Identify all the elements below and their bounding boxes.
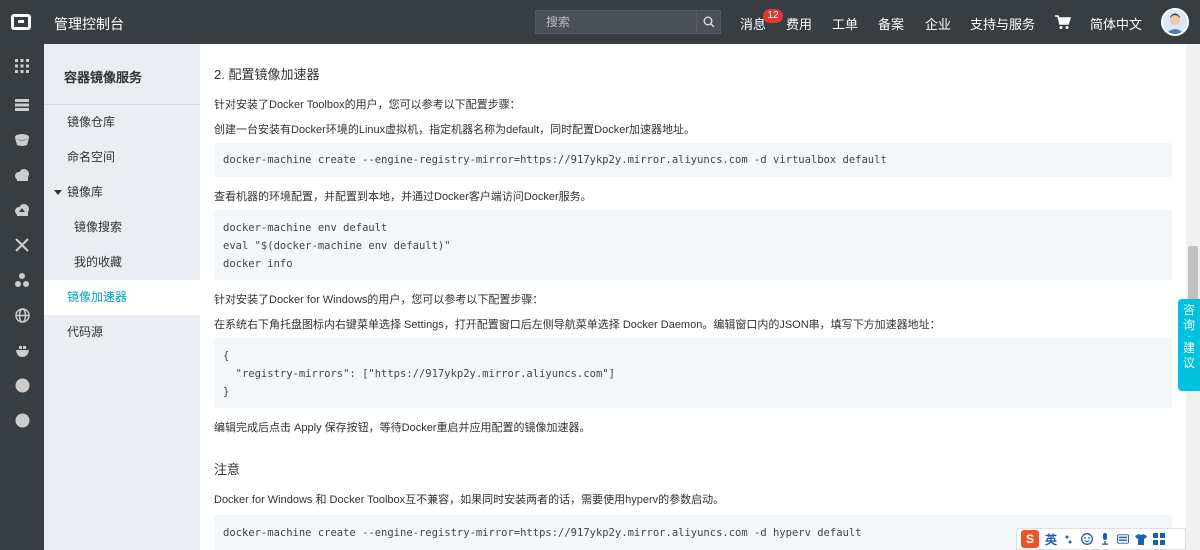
code-block-create-machine[interactable]: docker-machine create --engine-registry-… <box>214 143 1172 177</box>
code-block-env[interactable]: docker-machine env default eval "$(docke… <box>214 210 1172 280</box>
main-content: 2. 配置镜像加速器 针对安装了Docker Toolbox的用户，您可以参考以… <box>200 44 1186 550</box>
cloud-upload-icon[interactable] <box>14 202 30 218</box>
consult-feedback-tab[interactable]: 咨 询 · 建 议 <box>1178 299 1200 391</box>
note-heading: 注意 <box>214 462 241 477</box>
nav-tickets[interactable]: 工单 <box>832 14 858 33</box>
ime-toolbar: S 英 <box>1016 528 1186 550</box>
cloud-icon[interactable] <box>14 167 30 183</box>
console-title[interactable]: 管理控制台 <box>54 14 124 34</box>
vertical-scrollbar[interactable] <box>1186 44 1200 550</box>
container-icon[interactable] <box>14 342 30 358</box>
code-line: { <box>223 350 230 362</box>
nav-language[interactable]: 简体中文 <box>1090 14 1142 33</box>
network-icon[interactable] <box>14 237 30 253</box>
paragraph-toolbox-intro: 针对安装了Docker Toolbox的用户，您可以参考以下配置步骤： <box>214 99 521 111</box>
paragraph-create-vm: 创建一台安装有Docker环境的Linux虚拟机，指定机器名称为default，… <box>214 124 696 136</box>
consult-char: · <box>1187 331 1191 342</box>
sidebar: 容器镜像服务 镜像仓库 命名空间 镜像库 镜像搜索 我的收藏 镜像加速器 代码源 <box>44 44 200 550</box>
paragraph-compat-note: Docker for Windows 和 Docker Toolbox互不兼容，… <box>214 494 725 506</box>
sidebar-item-code-source[interactable]: 代码源 <box>44 315 200 350</box>
paragraph-windows-intro: 针对安装了Docker for Windows的用户，您可以参考以下配置步骤： <box>214 294 544 306</box>
paragraph-apply: 编辑完成后点击 Apply 保存按钮，等待Docker重启并应用配置的镜像加速器… <box>214 422 591 434</box>
sidebar-item-namespaces[interactable]: 命名空间 <box>44 140 200 175</box>
circle-icon[interactable] <box>14 412 30 428</box>
sidebar-item-label: 命名空间 <box>67 150 116 164</box>
code-line: docker-machine env default <box>223 222 388 234</box>
message-count-badge: 12 <box>763 9 783 23</box>
grid-icon[interactable] <box>14 58 30 74</box>
code-line: eval "$(docker-machine env default)" <box>223 240 451 252</box>
caret-down-icon <box>54 190 62 196</box>
sidebar-item-label: 镜像搜索 <box>74 220 123 234</box>
keyboard-icon[interactable] <box>1117 533 1130 545</box>
code-line: "registry-mirrors": ["https://917ykp2y.m… <box>223 368 615 380</box>
nav-billing[interactable]: 费用 <box>786 14 812 33</box>
code-line: } <box>223 386 230 398</box>
code-block-json[interactable]: { "registry-mirrors": ["https://917ykp2y… <box>214 338 1172 408</box>
sidebar-item-label: 镜像库 <box>67 185 104 199</box>
circle-icon[interactable] <box>14 377 30 393</box>
sidebar-item-label: 我的收藏 <box>74 255 123 269</box>
sidebar-item-label: 镜像加速器 <box>67 290 128 304</box>
microphone-icon[interactable] <box>1099 533 1111 545</box>
cluster-icon[interactable] <box>14 272 30 288</box>
nav-record[interactable]: 备案 <box>878 14 904 33</box>
sidebar-item-repos[interactable]: 镜像仓库 <box>44 105 200 140</box>
search-button[interactable] <box>696 11 720 33</box>
paragraph-env-config: 查看机器的环境配置，并配置到本地，并通过Docker客户端访问Docker服务。 <box>214 191 592 203</box>
top-bar: 管理控制台 消息 12 费用 工单 备案 企业 支持与服务 简体中文 <box>0 0 1200 44</box>
search-input[interactable] <box>536 11 696 33</box>
sidebar-item-library[interactable]: 镜像库 <box>44 175 200 210</box>
code-line: docker-machine create --engine-registry-… <box>223 154 887 166</box>
sidebar-title: 容器镜像服务 <box>64 70 143 85</box>
ime-mode-toggle[interactable]: 英 <box>1045 531 1057 548</box>
consult-char: 建 <box>1182 341 1195 355</box>
consult-char: 咨 <box>1182 303 1195 317</box>
toolbox-icon[interactable] <box>1153 533 1166 545</box>
server-icon[interactable] <box>14 97 30 113</box>
sidebar-item-label: 镜像仓库 <box>67 115 116 129</box>
emoji-icon[interactable] <box>1081 533 1093 545</box>
search-icon <box>703 16 715 28</box>
sidebar-item-label: 代码源 <box>67 325 104 339</box>
cart-icon[interactable] <box>1054 13 1072 31</box>
aliyun-logo-icon[interactable] <box>10 11 32 33</box>
consult-char: 议 <box>1182 356 1195 370</box>
sidebar-item-favorites[interactable]: 我的收藏 <box>44 245 200 280</box>
skin-icon[interactable] <box>1135 533 1148 545</box>
product-icon-rail <box>0 44 44 550</box>
sidebar-item-accelerator[interactable]: 镜像加速器 <box>44 280 200 315</box>
code-line: docker info <box>223 258 293 270</box>
avatar[interactable] <box>1161 8 1189 36</box>
globe-icon[interactable] <box>14 307 30 323</box>
consult-char: 询 <box>1182 318 1195 332</box>
nav-enterprise[interactable]: 企业 <box>925 14 951 33</box>
search-box <box>535 10 721 34</box>
nav-support[interactable]: 支持与服务 <box>970 14 1035 33</box>
sogou-logo-icon[interactable]: S <box>1021 530 1039 548</box>
paragraph-windows-settings: 在系统右下角托盘图标内右键菜单选择 Settings，打开配置窗口后左侧导航菜单… <box>214 319 941 331</box>
section-heading: 2. 配置镜像加速器 <box>214 67 320 82</box>
punctuation-icon[interactable] <box>1063 533 1075 545</box>
database-icon[interactable] <box>14 132 30 148</box>
sidebar-item-search[interactable]: 镜像搜索 <box>44 210 200 245</box>
